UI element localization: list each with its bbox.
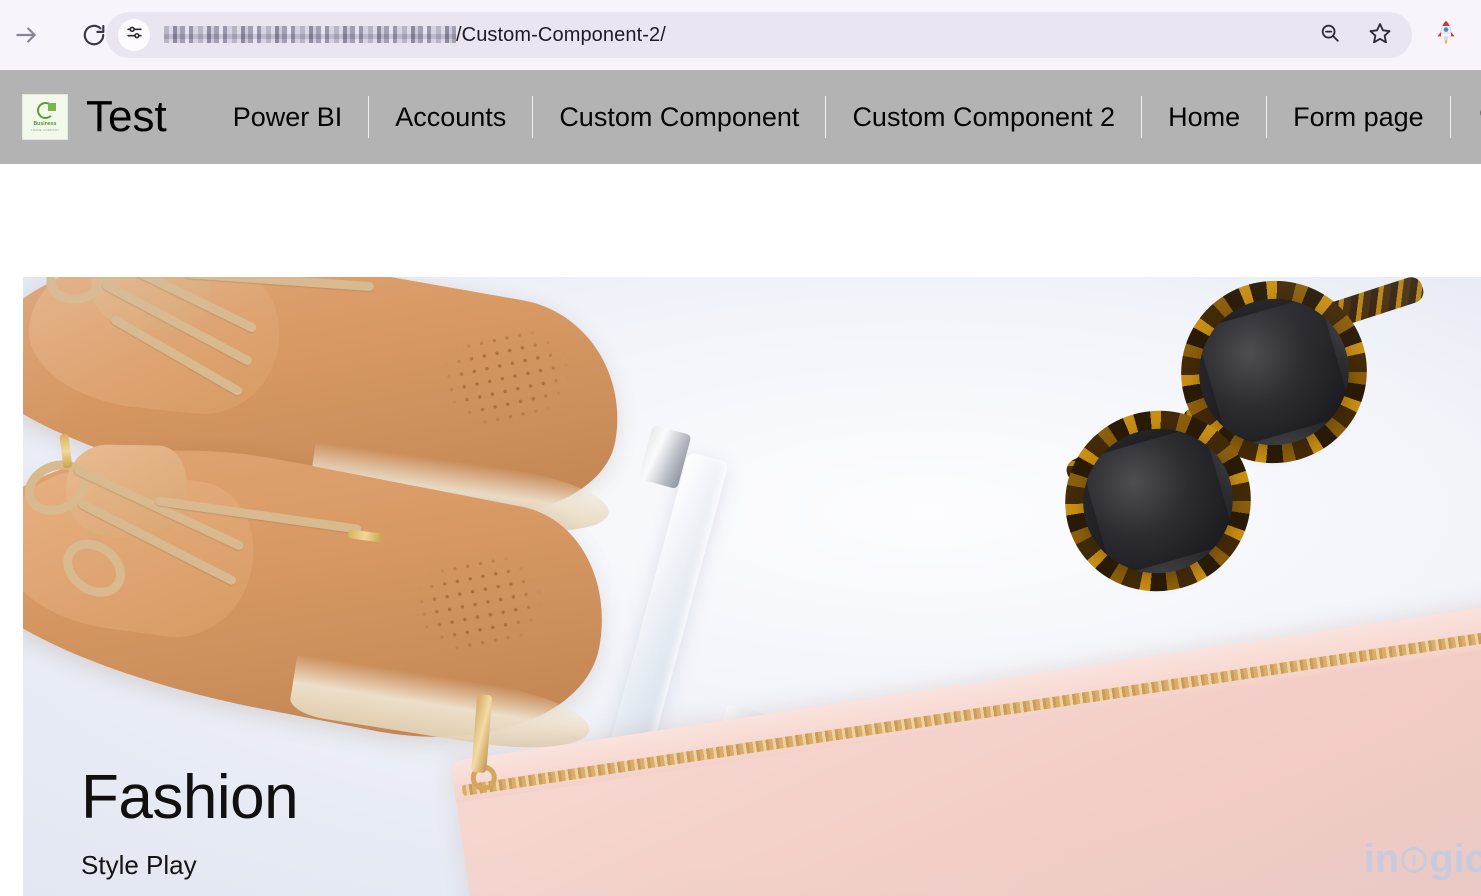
rocket-extension-icon [1434,19,1458,51]
url-domain-redacted [164,25,456,43]
bookmark-button[interactable] [1360,15,1400,55]
site-navigation-bar: Business TRADE COMPANY Test Power BI Acc… [0,70,1481,174]
hero-banner: Fashion Style Play in gic [23,277,1481,896]
zoom-out-icon [1319,22,1341,49]
lace-aglet [347,529,383,543]
search-icon [1477,98,1481,137]
nav-item-power-bi[interactable]: Power BI [207,103,369,131]
logo-subtext: TRADE COMPANY [30,128,60,132]
brogue-perforations [396,544,561,662]
reload-icon [81,22,107,48]
watermark-suffix: gic [1429,837,1481,881]
address-bar[interactable]: /Custom-Component-2/ [106,12,1412,58]
forward-button[interactable] [2,11,50,59]
nav-item-home[interactable]: Home [1142,103,1266,131]
site-settings-tune-icon [125,23,144,47]
nav-item-custom-component[interactable]: Custom Component [533,103,825,131]
inogic-watermark: in gic [1364,837,1481,882]
star-bookmark-icon [1368,21,1392,50]
hero-text-block: Fashion Style Play [81,762,299,880]
page-title: Test [86,92,167,141]
logo-word: Business [33,121,57,127]
hero-area: Fashion Style Play in gic [0,164,1481,896]
nav-item-custom-component-2[interactable]: Custom Component 2 [826,103,1141,131]
url-path: /Custom-Component-2/ [456,23,666,46]
hero-subtitle: Style Play [81,850,197,880]
brogue-perforations [423,317,589,438]
nav-item-form-page[interactable]: Form page [1267,103,1450,131]
hero-title: Fashion [81,762,299,832]
browser-toolbar: /Custom-Component-2/ [0,0,1481,70]
extension-button[interactable] [1429,18,1463,52]
omnibox-actions [1310,15,1400,55]
watermark-prefix: in [1363,837,1400,881]
url-text[interactable]: /Custom-Component-2/ [164,24,1310,47]
brand[interactable]: Business TRADE COMPANY Test [22,94,167,140]
business-logo-icon: Business TRADE COMPANY [22,94,68,140]
site-settings-button[interactable] [118,19,150,51]
nav-search-button[interactable] [1451,98,1481,137]
page-content: Business TRADE COMPANY Test Power BI Acc… [0,70,1481,896]
forward-arrow-icon [13,22,39,48]
nav-items: Power BI Accounts Custom Component Custo… [207,70,1481,164]
watermark-o-icon [1401,846,1428,873]
nav-item-accounts[interactable]: Accounts [369,103,532,131]
zoom-out-button[interactable] [1310,15,1350,55]
logo-circle-mark [36,102,56,119]
